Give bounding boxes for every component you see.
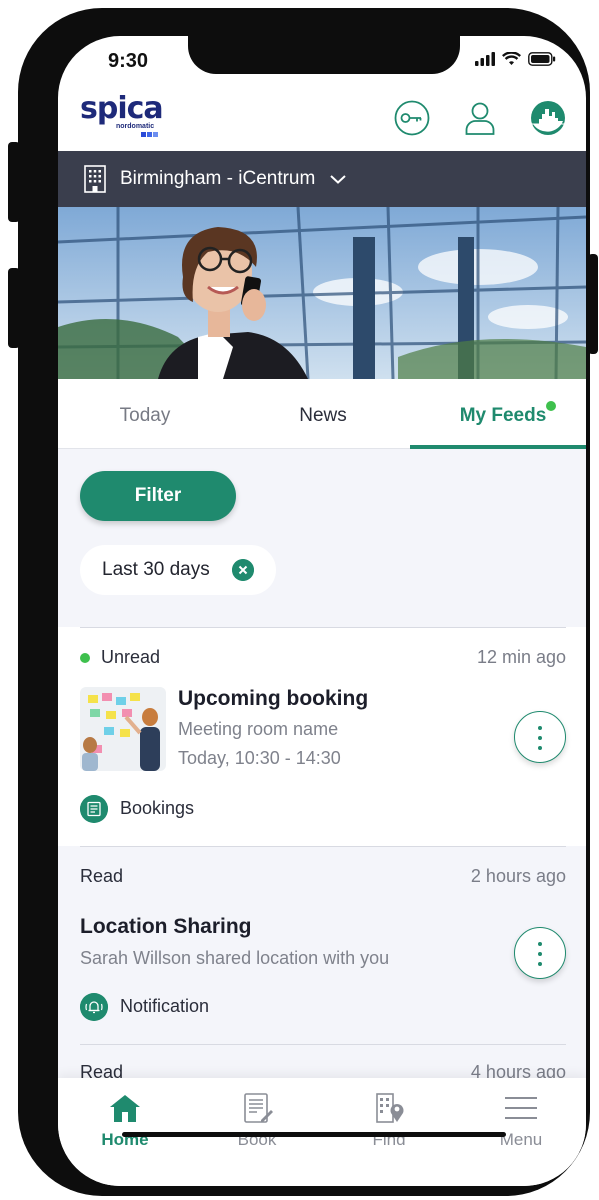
feed-item-title: Upcoming booking — [178, 687, 369, 710]
chevron-down-icon — [330, 175, 347, 184]
more-options-icon — [538, 736, 542, 740]
logo-text: spica — [80, 91, 164, 126]
user-icon[interactable] — [462, 100, 498, 136]
nav-home[interactable]: Home — [80, 1092, 170, 1162]
building-avatar-icon[interactable] — [530, 100, 566, 136]
feed-item-state: Read — [80, 866, 124, 886]
feed-item[interactable]: Read 2 hours ago Location Sharing Sarah … — [58, 846, 586, 1044]
phone-frame: 9:30 spica nordomatic Birmingham - iCent… — [8, 8, 598, 1196]
side-button — [588, 254, 598, 354]
battery-icon — [528, 52, 556, 66]
feed-item-detail: Today, 10:30 - 14:30 — [178, 748, 341, 768]
feed-item-subtitle: Meeting room name — [178, 719, 339, 739]
book-icon — [244, 1093, 273, 1123]
location-name: Birmingham - iCentrum — [120, 168, 316, 189]
find-icon — [376, 1093, 404, 1123]
tab-news[interactable]: News — [258, 405, 388, 427]
location-selector[interactable]: Birmingham - iCentrum — [58, 151, 586, 207]
filter-chip[interactable]: Last 30 days — [80, 545, 276, 595]
feed-item-category: Bookings — [120, 798, 195, 818]
divider — [80, 1044, 566, 1045]
notch — [188, 36, 460, 74]
feed-item-state: Unread — [101, 647, 161, 667]
side-button — [8, 142, 20, 222]
app-header: spica nordomatic — [58, 88, 586, 150]
spica-logo[interactable]: spica nordomatic — [80, 94, 175, 144]
status-icons — [475, 52, 556, 66]
office-building-icon — [84, 165, 106, 193]
wifi-icon — [502, 52, 521, 65]
feed-item-subtitle: Sarah Willson shared location with you — [80, 948, 390, 968]
logo-subtext: nordomatic — [116, 123, 155, 130]
hero-photo — [58, 207, 586, 379]
new-indicator-dot — [546, 401, 556, 411]
more-options-icon — [538, 746, 542, 750]
notification-icon — [80, 993, 108, 1021]
feed-tabs: Today News My Feeds — [58, 379, 586, 449]
more-options-button[interactable] — [514, 927, 566, 979]
home-indicator — [122, 1132, 506, 1137]
more-options-icon — [538, 942, 542, 946]
home-icon — [110, 1095, 140, 1122]
unread-dot — [80, 653, 90, 663]
status-time: 9:30 — [108, 50, 149, 72]
feed-item-time: 2 hours ago — [470, 866, 566, 886]
nav-book[interactable]: Book — [212, 1092, 302, 1162]
side-button — [8, 268, 20, 348]
menu-icon — [505, 1097, 537, 1119]
logo-squares — [141, 132, 158, 137]
signal-icon — [475, 52, 495, 66]
bookings-icon — [80, 795, 108, 823]
filter-area: Filter Last 30 days — [58, 449, 586, 627]
divider — [80, 846, 566, 847]
more-options-icon — [538, 952, 542, 956]
hero-image — [58, 207, 586, 379]
screen: 9:30 spica nordomatic Birmingham - iCent… — [58, 36, 586, 1186]
filter-button[interactable]: Filter — [80, 471, 236, 521]
booking-thumbnail — [80, 687, 166, 771]
more-options-button[interactable] — [514, 711, 566, 763]
feed-item-time: 12 min ago — [476, 647, 566, 667]
key-icon[interactable] — [394, 100, 430, 136]
feed-item-title: Location Sharing — [80, 915, 252, 938]
tab-today[interactable]: Today — [80, 405, 210, 427]
filter-chip-label: Last 30 days — [102, 559, 210, 580]
more-options-icon — [538, 962, 542, 966]
divider — [80, 627, 566, 628]
feed-item[interactable]: Unread 12 min ago Upcoming booking Meeti… — [58, 627, 586, 846]
nav-menu[interactable]: Menu — [476, 1092, 566, 1162]
feed-item-category: Notification — [120, 996, 210, 1016]
nav-find[interactable]: Find — [344, 1092, 434, 1162]
remove-filter-icon[interactable] — [232, 559, 254, 581]
more-options-icon — [538, 726, 542, 730]
